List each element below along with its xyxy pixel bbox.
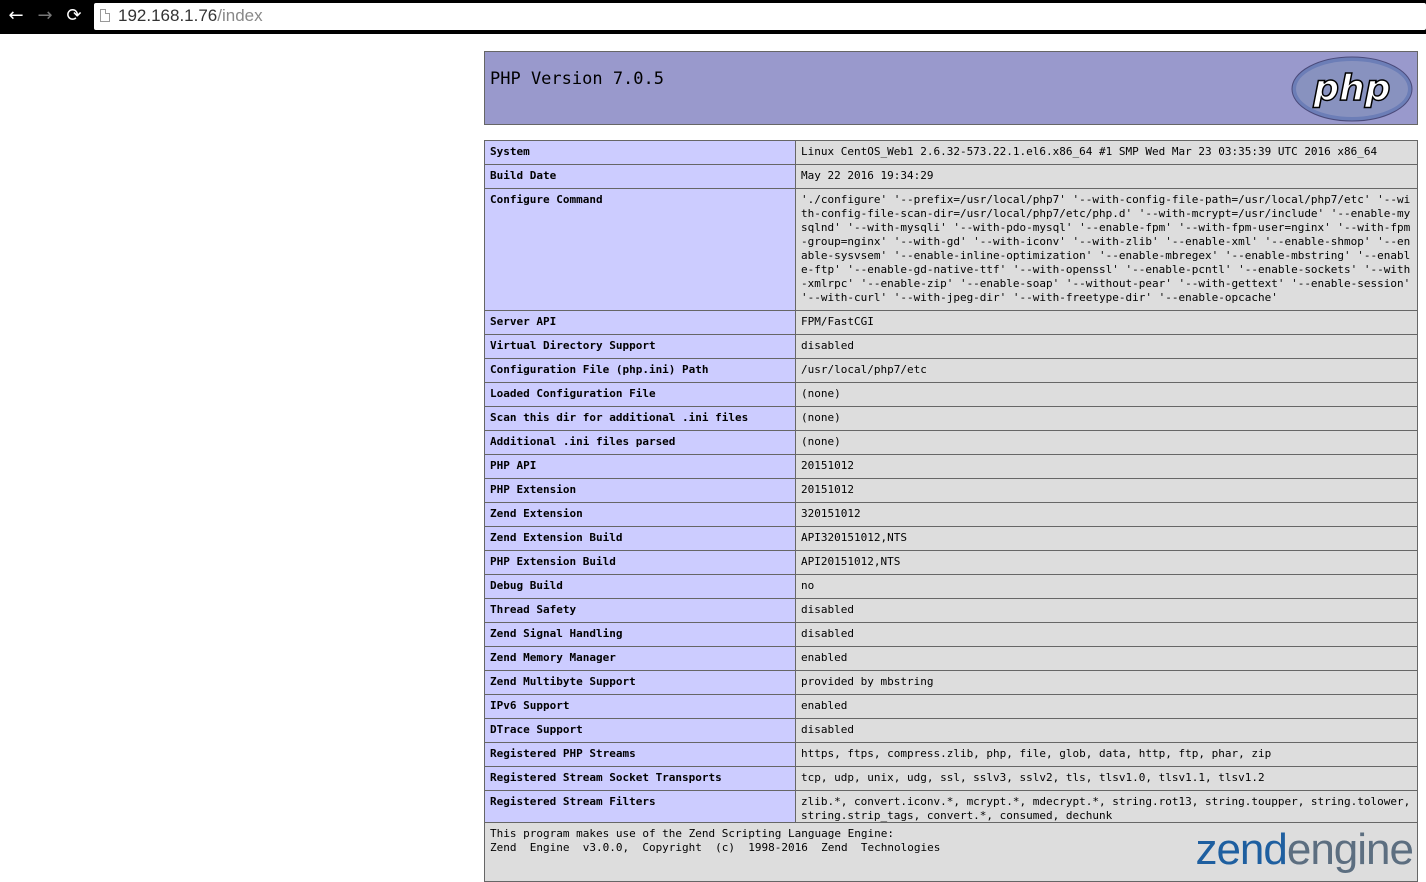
table-row: Registered PHP Streams https, ftps, compr… bbox=[484, 742, 1418, 767]
info-table: System Linux CentOS_Web1 2.6.32-573.22.1.… bbox=[484, 140, 1418, 829]
row-key: Loaded Configuration File bbox=[484, 382, 796, 407]
row-key: Registered Stream Socket Transports bbox=[484, 766, 796, 791]
row-key: Zend Extension Build bbox=[484, 526, 796, 551]
row-value: May 22 2016 19:34:29 bbox=[795, 164, 1418, 189]
table-row: Registered Stream Socket Transports tcp, … bbox=[484, 766, 1418, 791]
row-key: Scan this dir for additional .ini files bbox=[484, 406, 796, 431]
url-text[interactable]: 192.168.1.76/index bbox=[118, 6, 263, 26]
table-row: PHP API 20151012 bbox=[484, 454, 1418, 479]
phpinfo-header: PHP Version 7.0.5 php bbox=[484, 51, 1418, 125]
row-key: Additional .ini files parsed bbox=[484, 430, 796, 455]
row-key: PHP API bbox=[484, 454, 796, 479]
table-row: Build Date May 22 2016 19:34:29 bbox=[484, 164, 1418, 189]
row-value: disabled bbox=[795, 334, 1418, 359]
row-value: (none) bbox=[795, 382, 1418, 407]
row-value: enabled bbox=[795, 646, 1418, 671]
row-key: Zend Signal Handling bbox=[484, 622, 796, 647]
footer-line-1: This program makes use of the Zend Scrip… bbox=[490, 827, 894, 840]
row-value: disabled bbox=[795, 598, 1418, 623]
row-value: 320151012 bbox=[795, 502, 1418, 527]
table-row: Zend Extension 320151012 bbox=[484, 502, 1418, 527]
row-key: Virtual Directory Support bbox=[484, 334, 796, 359]
table-row: Scan this dir for additional .ini files(… bbox=[484, 406, 1418, 431]
table-row: Server API FPM/FastCGI bbox=[484, 310, 1418, 335]
row-value: no bbox=[795, 574, 1418, 599]
row-key: Registered PHP Streams bbox=[484, 742, 796, 767]
table-row: Loaded Configuration File (none) bbox=[484, 382, 1418, 407]
table-row: Virtual Directory Support disabled bbox=[484, 334, 1418, 359]
table-row: DTrace Support disabled bbox=[484, 718, 1418, 743]
table-row: Configure Command './configure' '--prefix… bbox=[484, 188, 1418, 311]
row-value: FPM/FastCGI bbox=[795, 310, 1418, 335]
row-value: disabled bbox=[795, 622, 1418, 647]
zend-engine-logo-icon[interactable]: zendengine bbox=[1195, 825, 1414, 875]
row-key: Thread Safety bbox=[484, 598, 796, 623]
zend-logo-word: zend bbox=[1195, 825, 1287, 874]
table-row: Debug Build no bbox=[484, 574, 1418, 599]
table-row: Zend Signal Handling disabled bbox=[484, 622, 1418, 647]
php-logo-icon[interactable]: php bbox=[1291, 56, 1413, 122]
row-value: API20151012,NTS bbox=[795, 550, 1418, 575]
row-key: Zend Multibyte Support bbox=[484, 670, 796, 695]
row-value: API320151012,NTS bbox=[795, 526, 1418, 551]
url-host: 192.168.1.76 bbox=[118, 6, 218, 25]
row-key: DTrace Support bbox=[484, 718, 796, 743]
reload-icon[interactable]: ⟳ bbox=[63, 5, 85, 27]
table-row: PHP Extension 20151012 bbox=[484, 478, 1418, 503]
table-row: PHP Extension Build API20151012,NTS bbox=[484, 550, 1418, 575]
browser-toolbar: ← → ⟳ 192.168.1.76/index bbox=[0, 0, 1426, 34]
table-row: IPv6 Support enabled bbox=[484, 694, 1418, 719]
table-row: Zend Memory Manager enabled bbox=[484, 646, 1418, 671]
zend-footer: This program makes use of the Zend Scrip… bbox=[484, 822, 1418, 882]
php-logo-text: php bbox=[1312, 68, 1390, 109]
row-key: System bbox=[484, 140, 796, 165]
row-value: (none) bbox=[795, 406, 1418, 431]
row-key: PHP Extension Build bbox=[484, 550, 796, 575]
row-value: enabled bbox=[795, 694, 1418, 719]
table-row: System Linux CentOS_Web1 2.6.32-573.22.1.… bbox=[484, 140, 1418, 165]
row-value: 20151012 bbox=[795, 478, 1418, 503]
back-arrow-icon[interactable]: ← bbox=[5, 5, 27, 27]
row-value: /usr/local/php7/etc bbox=[795, 358, 1418, 383]
row-value: Linux CentOS_Web1 2.6.32-573.22.1.el6.x8… bbox=[795, 140, 1418, 165]
url-path: /index bbox=[217, 6, 263, 25]
table-row: Zend Multibyte Support provided by mbstri… bbox=[484, 670, 1418, 695]
table-row: Thread Safety disabled bbox=[484, 598, 1418, 623]
address-bar[interactable]: 192.168.1.76/index bbox=[94, 3, 1426, 30]
row-value: disabled bbox=[795, 718, 1418, 743]
row-key: Configuration File (php.ini) Path bbox=[484, 358, 796, 383]
row-key: Configure Command bbox=[484, 188, 796, 311]
zend-footer-text: This program makes use of the Zend Scrip… bbox=[490, 827, 940, 855]
row-key: Zend Memory Manager bbox=[484, 646, 796, 671]
table-row: Zend Extension Build API320151012,NTS bbox=[484, 526, 1418, 551]
row-key: PHP Extension bbox=[484, 478, 796, 503]
footer-line-2: Zend Engine v3.0.0, Copyright (c) 1998-2… bbox=[490, 841, 941, 854]
row-value: (none) bbox=[795, 430, 1418, 455]
row-value: './configure' '--prefix=/usr/local/php7'… bbox=[795, 188, 1418, 311]
table-row: Additional .ini files parsed (none) bbox=[484, 430, 1418, 455]
row-value: https, ftps, compress.zlib, php, file, g… bbox=[795, 742, 1418, 767]
table-row: Configuration File (php.ini) Path/usr/lo… bbox=[484, 358, 1418, 383]
forward-arrow-icon[interactable]: → bbox=[34, 5, 56, 27]
row-key: IPv6 Support bbox=[484, 694, 796, 719]
row-key: Server API bbox=[484, 310, 796, 335]
row-value: tcp, udp, unix, udg, ssl, sslv3, sslv2, … bbox=[795, 766, 1418, 791]
phpinfo-container: PHP Version 7.0.5 php System Linux CentOS… bbox=[484, 51, 1418, 882]
page-icon bbox=[100, 9, 110, 22]
row-key: Build Date bbox=[484, 164, 796, 189]
engine-logo-word: engine bbox=[1286, 825, 1414, 874]
row-value: 20151012 bbox=[795, 454, 1418, 479]
page-title: PHP Version 7.0.5 bbox=[490, 69, 664, 89]
row-key: Debug Build bbox=[484, 574, 796, 599]
row-value: provided by mbstring bbox=[795, 670, 1418, 695]
row-key: Zend Extension bbox=[484, 502, 796, 527]
